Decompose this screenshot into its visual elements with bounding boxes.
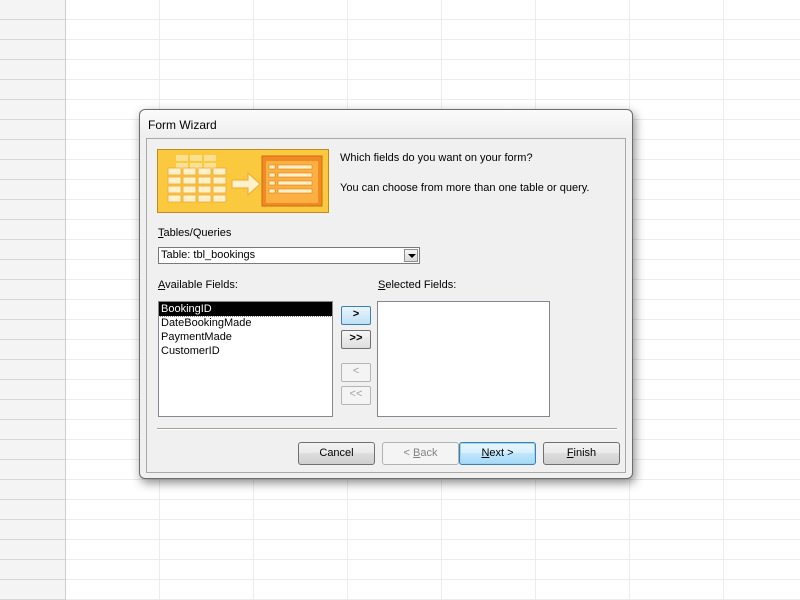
spreadsheet-row-headers	[0, 0, 66, 600]
cancel-button[interactable]: Cancel	[298, 442, 375, 465]
list-item-paymentmade[interactable]: PaymentMade	[159, 330, 332, 344]
table-to-form-illustration-icon	[158, 150, 328, 212]
back-button-rest: ack	[420, 447, 438, 459]
wizard-banner-image	[157, 149, 329, 213]
finish-button[interactable]: Finish	[543, 442, 620, 465]
available-fields-list[interactable]: BookingID DateBookingMade PaymentMade Cu…	[158, 301, 333, 417]
list-item-bookingid[interactable]: BookingID	[158, 301, 333, 317]
selected-fields-list[interactable]	[377, 301, 550, 417]
desktop-background: Form Wizard Which fields do you want on …	[0, 0, 800, 600]
finish-button-mnemonic: F	[566, 447, 574, 459]
title-bar[interactable]: Form Wizard	[140, 110, 632, 138]
dialog-title: Form Wizard	[148, 118, 217, 132]
back-button[interactable]: < Back	[382, 442, 459, 465]
next-button-rest: ext >	[489, 447, 514, 459]
add-field-button[interactable]: >	[341, 306, 371, 325]
wizard-hint: You can choose from more than one table …	[340, 182, 590, 194]
selected-fields-label-rest: elected Fields:	[385, 279, 457, 291]
remove-field-button[interactable]: <	[341, 363, 371, 382]
dialog-separator	[157, 428, 617, 430]
list-item-datebookingmade[interactable]: DateBookingMade	[159, 316, 332, 330]
available-fields-label-rest: vailable Fields:	[165, 279, 238, 291]
dialog-content: Which fields do you want on your form? Y…	[146, 138, 626, 473]
tables-queries-dropdown[interactable]: Table: tbl_bookings	[158, 247, 420, 264]
form-wizard-dialog: Form Wizard Which fields do you want on …	[139, 109, 633, 479]
tables-queries-label-rest: ables/Queries	[163, 227, 232, 239]
finish-button-rest: inish	[573, 447, 597, 459]
list-item-customerid[interactable]: CustomerID	[159, 344, 332, 358]
tables-queries-label: Tables/Queries	[158, 227, 231, 239]
remove-all-fields-button[interactable]: <<	[341, 386, 371, 405]
add-all-fields-button[interactable]: >>	[341, 330, 371, 349]
available-fields-label: Available Fields:	[158, 279, 238, 291]
next-button[interactable]: Next >	[459, 442, 536, 465]
tables-queries-value: Table: tbl_bookings	[161, 249, 256, 261]
selected-fields-label: Selected Fields:	[378, 279, 456, 291]
chevron-down-icon[interactable]	[404, 249, 418, 262]
wizard-question: Which fields do you want on your form?	[340, 152, 533, 164]
back-button-prefix: <	[403, 447, 413, 459]
